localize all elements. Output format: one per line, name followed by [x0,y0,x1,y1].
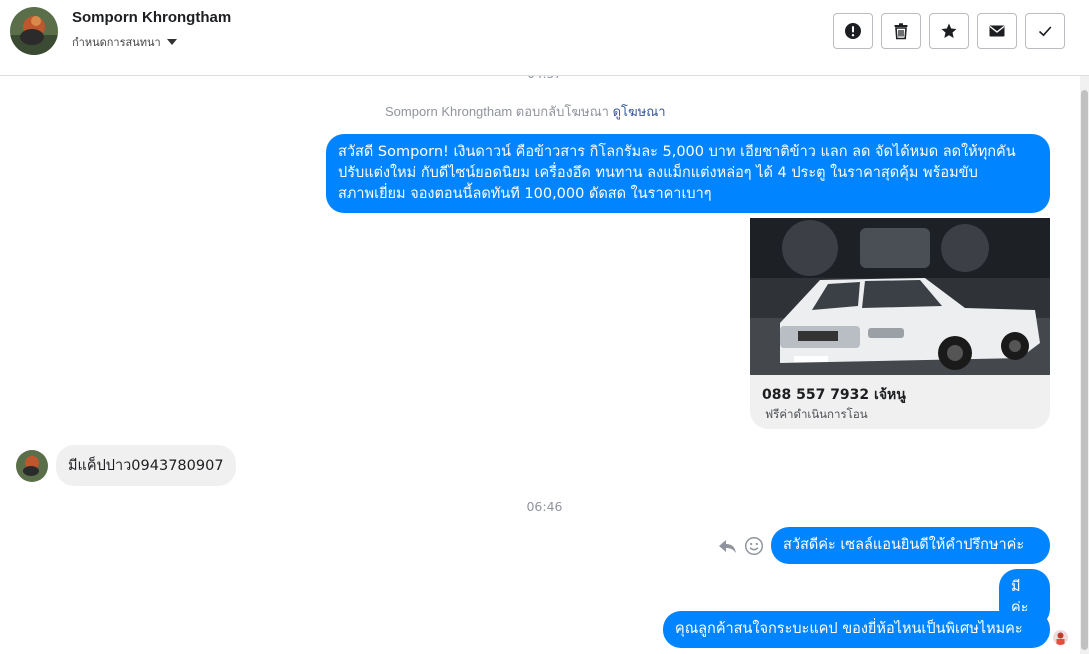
contact-avatar[interactable] [10,7,58,55]
outgoing-message-bubble[interactable]: สวัสดีค่ะ เซลล์แอนยินดีให้คำปรึกษาค่ะ [771,527,1050,564]
ad-card-title: 088 557 7932 เจ้หนู [762,387,906,403]
conversation-actions [833,13,1065,49]
incoming-message-bubble[interactable]: มีแค็ปปาว0943780907 [56,445,236,486]
scrollbar-thumb[interactable] [1081,90,1088,650]
envelope-icon [989,25,1005,37]
exclamation-circle-icon [845,23,861,39]
conversation-status-label: กำหนดการสนทนา [72,36,161,49]
ad-card-image[interactable] [750,218,1050,375]
caret-down-icon [166,39,177,45]
conversation-header: Somporn Khrongtham กำหนดการสนทนา [0,0,1089,76]
trash-icon [894,23,908,40]
ad-card[interactable]: 088 557 7932 เจ้หนู ฟรีค่าดำเนินการโอน [750,218,1050,429]
ad-message-line: สภาพเยี่ยม จองตอนนี้ลดทันที 100,000 ดัดส… [338,186,712,202]
report-button[interactable] [833,13,873,49]
ad-message-line: สวัสดี Somporn! เงินดาวน์ คือข้าวสาร กิโ… [338,144,1016,160]
mark-done-button[interactable] [1025,13,1065,49]
ad-message-line: ปรับแต่งใหม่ กับดีไซน์ยอดนิยม เครื่องอึด… [338,165,978,181]
outgoing-message-bubble[interactable]: คุณลูกค้าสนใจกระบะแคป ของยี่ห้อไหนเป็นพิ… [663,611,1050,648]
sender-avatar[interactable] [16,450,48,482]
view-ad-link[interactable]: ดูโฆษณา [613,104,666,119]
ad-message-bubble[interactable]: สวัสดี Somporn! เงินดาวน์ คือข้าวสาร กิโ… [326,134,1050,213]
message-timestamp: 06:46 [526,499,563,514]
checkmark-icon [1038,26,1052,37]
star-button[interactable] [929,13,969,49]
delete-button[interactable] [881,13,921,49]
ad-reply-note: Somporn Khrongtham ตอบกลับโฆษณา ดูโฆษณา [385,101,666,122]
seen-avatar [1053,630,1068,645]
conversation-status-dropdown[interactable]: กำหนดการสนทนา [72,33,177,51]
star-icon [941,23,957,38]
emoji-reaction-icon[interactable] [744,536,764,556]
message-hover-tools [718,536,764,556]
reply-icon[interactable] [718,537,738,555]
ad-card-subtitle: ฟรีค่าดำเนินการโอน [765,407,868,421]
mark-unread-button[interactable] [977,13,1017,49]
ad-reply-note-text: Somporn Khrongtham ตอบกลับโฆษณา [385,104,609,119]
contact-name[interactable]: Somporn Khrongtham [72,9,231,26]
